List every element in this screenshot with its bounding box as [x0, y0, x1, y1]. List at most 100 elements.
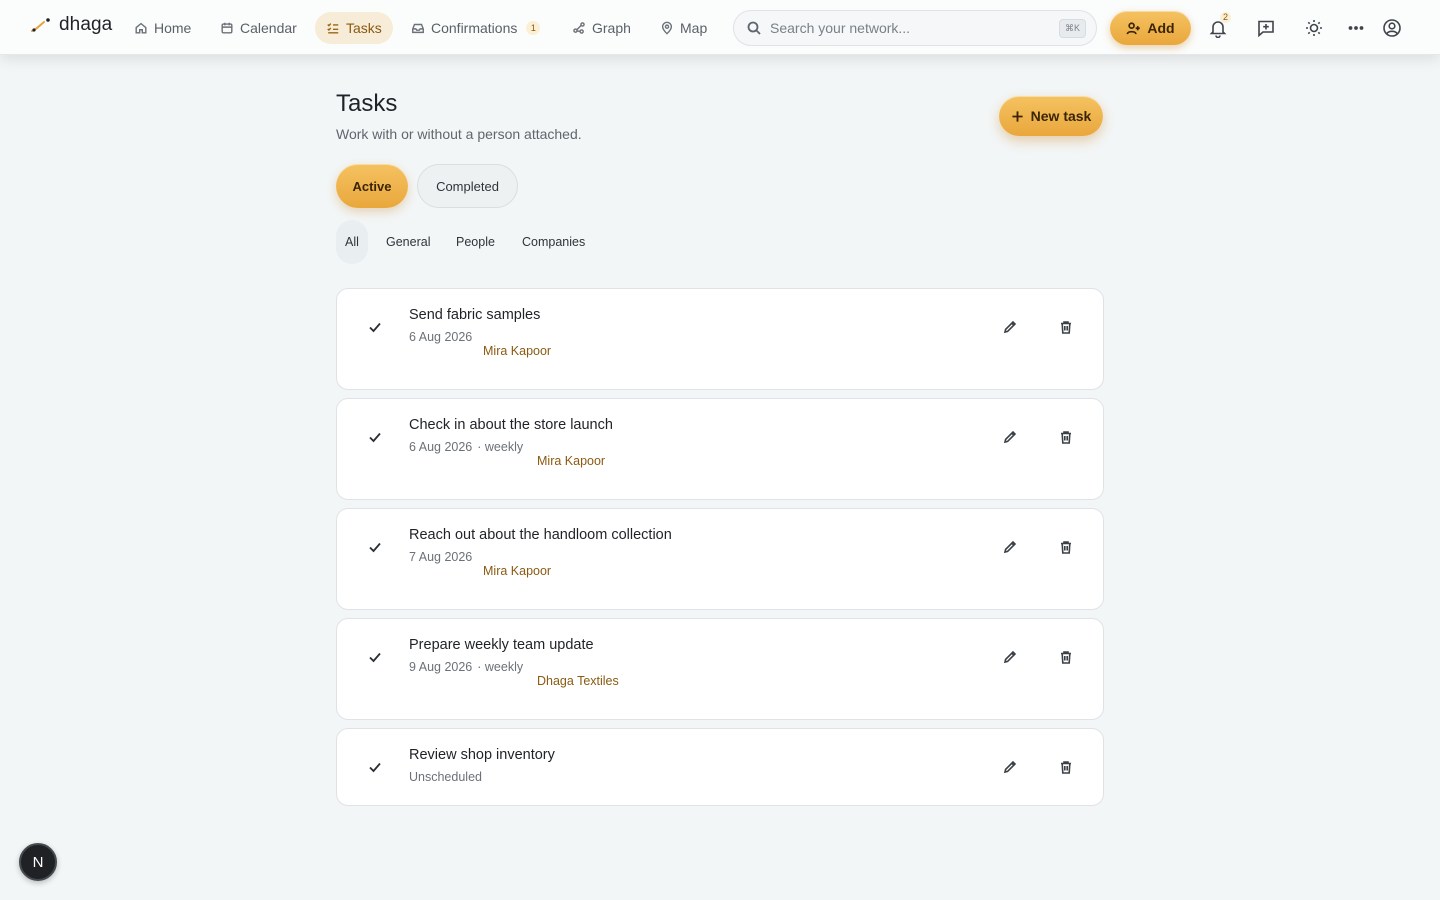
pencil-icon	[1003, 650, 1017, 664]
tab-active-label: Active	[352, 178, 392, 194]
brand[interactable]: dhaga	[30, 14, 112, 36]
theme-toggle-button[interactable]	[1300, 14, 1328, 42]
dev-tools-badge-label: N	[32, 853, 44, 871]
edit-task-button[interactable]	[998, 535, 1022, 559]
task-row[interactable]: Review shop inventory Unscheduled	[336, 728, 1104, 806]
inbox-icon	[412, 23, 424, 34]
nav-home-label: Home	[154, 20, 192, 36]
nav-calendar[interactable]: Calendar	[209, 12, 308, 44]
search-shortcut-hint: ⌘K	[1058, 18, 1086, 38]
task-linked-company[interactable]: Dhaga Textiles	[537, 674, 619, 688]
task-date-text: 6 Aug 2026	[409, 330, 473, 344]
nav-graph[interactable]: Graph	[561, 12, 642, 44]
trash-icon	[1061, 761, 1071, 774]
page-title: Tasks	[336, 90, 398, 117]
list-check-icon	[327, 23, 339, 34]
trash-icon	[1061, 321, 1071, 334]
complete-task-button[interactable]	[363, 535, 387, 559]
plus-icon	[1012, 110, 1023, 122]
thread-logo-icon	[31, 18, 50, 32]
task-date: 6 Aug 2026 · weekly	[409, 440, 523, 454]
task-linked-person[interactable]: Mira Kapoor	[537, 454, 605, 468]
tab-completed[interactable]: Completed	[417, 164, 518, 208]
task-row[interactable]: Check in about the store launch 6 Aug 20…	[336, 398, 1104, 500]
complete-task-button[interactable]	[363, 425, 387, 449]
graph-icon	[573, 22, 585, 34]
check-icon	[369, 652, 381, 663]
filter-companies[interactable]: Companies	[522, 220, 585, 264]
ellipsis-icon	[1348, 26, 1364, 30]
nav-map[interactable]: Map	[649, 12, 718, 44]
message-plus-icon	[1258, 20, 1274, 38]
complete-task-button[interactable]	[363, 315, 387, 339]
new-task-label: New task	[1030, 108, 1092, 124]
search-input[interactable]	[770, 20, 1051, 36]
complete-task-button[interactable]	[363, 645, 387, 669]
edit-task-button[interactable]	[998, 645, 1022, 669]
notification-count-badge: 2	[1220, 12, 1232, 23]
map-pin-icon	[661, 21, 673, 35]
task-title: Review shop inventory	[409, 747, 555, 763]
filter-all[interactable]: All	[336, 220, 368, 264]
home-icon	[135, 22, 147, 34]
task-row[interactable]: Reach out about the handloom collection …	[336, 508, 1104, 610]
confirmations-count-badge: 1	[526, 21, 541, 35]
edit-task-button[interactable]	[998, 315, 1022, 339]
profile-button[interactable]	[1378, 14, 1406, 42]
task-linked-person[interactable]: Mira Kapoor	[483, 344, 551, 358]
task-linked-person[interactable]: Mira Kapoor	[483, 564, 551, 578]
filter-general[interactable]: General	[386, 220, 430, 264]
notifications-button[interactable]: 2	[1204, 12, 1232, 42]
add-button-label: Add	[1147, 20, 1175, 36]
nav-calendar-label: Calendar	[240, 20, 297, 36]
task-date-text: Unscheduled	[409, 770, 482, 784]
task-date: 6 Aug 2026	[409, 330, 472, 344]
edit-task-button[interactable]	[998, 425, 1022, 449]
trash-icon	[1061, 431, 1071, 444]
new-task-button[interactable]: New task	[999, 96, 1103, 136]
delete-task-button[interactable]	[1054, 425, 1078, 449]
pencil-icon	[1003, 320, 1017, 334]
nav-confirmations[interactable]: Confirmations 1	[400, 12, 551, 44]
filter-people-label: People	[456, 235, 495, 249]
calendar-icon	[221, 22, 233, 34]
search-icon	[747, 21, 761, 35]
task-row[interactable]: Send fabric samples 6 Aug 2026 Mira Kapo…	[336, 288, 1104, 390]
pencil-icon	[1003, 540, 1017, 554]
delete-task-button[interactable]	[1054, 755, 1078, 779]
delete-task-button[interactable]	[1054, 535, 1078, 559]
check-icon	[369, 542, 381, 553]
dev-tools-badge[interactable]: N	[19, 843, 57, 881]
pencil-icon	[1003, 430, 1017, 444]
filter-all-label: All	[345, 235, 359, 249]
task-title: Prepare weekly team update	[409, 637, 594, 653]
task-recurrence: · weekly	[477, 660, 524, 674]
filter-people[interactable]: People	[456, 220, 495, 264]
new-message-button[interactable]	[1252, 14, 1280, 42]
filter-general-label: General	[386, 235, 431, 249]
nav-map-label: Map	[680, 20, 708, 36]
trash-icon	[1061, 651, 1071, 664]
tab-active[interactable]: Active	[336, 164, 408, 208]
sun-icon	[1306, 20, 1322, 36]
nav-tasks-label: Tasks	[346, 20, 382, 36]
task-date-text: 6 Aug 2026	[409, 440, 473, 454]
delete-task-button[interactable]	[1054, 315, 1078, 339]
task-row[interactable]: Prepare weekly team update 9 Aug 2026 · w…	[336, 618, 1104, 720]
task-title: Reach out about the handloom collection	[409, 527, 672, 543]
task-date-text: 7 Aug 2026	[409, 550, 473, 564]
complete-task-button[interactable]	[363, 755, 387, 779]
delete-task-button[interactable]	[1054, 645, 1078, 669]
tab-completed-label: Completed	[436, 178, 499, 194]
more-options-button[interactable]	[1342, 14, 1370, 42]
add-contact-button[interactable]: Add	[1110, 11, 1191, 45]
nav-home[interactable]: Home	[123, 12, 202, 44]
search-bar[interactable]: ⌘K	[733, 10, 1097, 46]
page-subtitle: Work with or without a person attached.	[336, 126, 582, 142]
nav-tasks[interactable]: Tasks	[315, 12, 393, 44]
task-date: Unscheduled	[409, 770, 482, 784]
edit-task-button[interactable]	[998, 755, 1022, 779]
pencil-icon	[1003, 760, 1017, 774]
user-circle-icon	[1383, 19, 1401, 37]
task-date: 7 Aug 2026	[409, 550, 472, 564]
